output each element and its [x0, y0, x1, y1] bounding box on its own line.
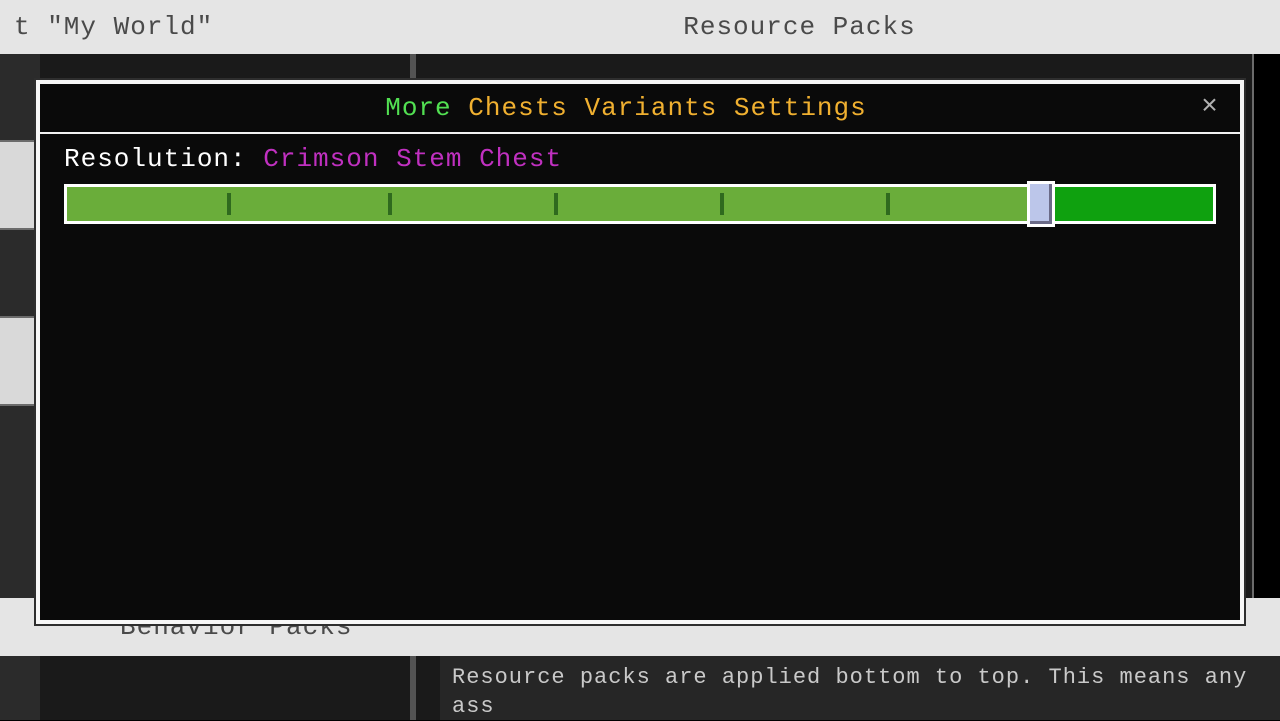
- background-help-text: Resource packs are applied bottom to top…: [440, 656, 1280, 720]
- slider-tick: [388, 193, 392, 215]
- resolution-slider-container: [40, 178, 1240, 240]
- modal-title-row: More Chests Variants Settings ×: [40, 84, 1240, 132]
- close-icon: ×: [1201, 92, 1219, 123]
- resolution-label: Resolution:: [64, 144, 247, 174]
- slider-tick: [886, 193, 890, 215]
- slider-tick: [554, 193, 558, 215]
- bg-header-left-text: t "My World": [14, 12, 213, 42]
- modal-title-rest: Chests Variants Settings: [468, 93, 866, 123]
- resolution-value: Crimson Stem Chest: [263, 144, 562, 174]
- bg-header-right-text: Resource Packs: [683, 12, 915, 42]
- close-button[interactable]: ×: [1196, 94, 1224, 122]
- modal-title-word1: More: [385, 93, 451, 123]
- slider-tick: [227, 193, 231, 215]
- settings-modal: More Chests Variants Settings × Resoluti…: [36, 80, 1244, 624]
- slider-tick: [720, 193, 724, 215]
- modal-title: More Chests Variants Settings: [56, 93, 1196, 123]
- background-right-column: [1252, 54, 1280, 620]
- resolution-slider[interactable]: [64, 184, 1216, 224]
- background-header: t "My World" Resource Packs: [0, 0, 1280, 54]
- slider-handle[interactable]: [1027, 181, 1055, 227]
- resolution-row: Resolution: Crimson Stem Chest: [40, 134, 1240, 178]
